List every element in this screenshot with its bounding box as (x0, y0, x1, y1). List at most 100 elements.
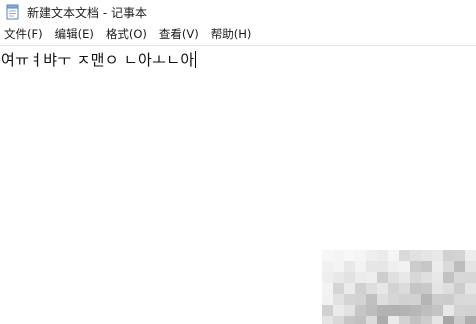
watermark-cell (322, 294, 333, 305)
watermark-cell (344, 272, 355, 283)
watermark-cell (432, 316, 443, 324)
watermark-cell (344, 305, 355, 316)
watermark-cell (355, 272, 366, 283)
watermark-cell (333, 305, 344, 316)
watermark-cell (465, 250, 476, 261)
watermark-cell (410, 283, 421, 294)
watermark-cell (465, 316, 476, 324)
watermark-cell (432, 272, 443, 283)
watermark-cell (322, 316, 333, 324)
watermark-cell (322, 250, 333, 261)
watermark-cell (454, 283, 465, 294)
watermark-cell (465, 283, 476, 294)
watermark-cell (443, 250, 454, 261)
watermark-cell (355, 250, 366, 261)
watermark-cell (454, 272, 465, 283)
watermark-cell (355, 305, 366, 316)
menu-bar: 文件(F) 编辑(E) 格式(O) 查看(V) 帮助(H) (0, 24, 476, 46)
watermark-cell (432, 250, 443, 261)
watermark-cell (421, 283, 432, 294)
watermark-cell (454, 261, 465, 272)
watermark-mosaic (322, 250, 476, 324)
watermark-cell (399, 305, 410, 316)
watermark-cell (443, 261, 454, 272)
watermark-cell (443, 294, 454, 305)
watermark-cell (421, 250, 432, 261)
watermark-cell (355, 316, 366, 324)
watermark-cell (322, 272, 333, 283)
menu-format[interactable]: 格式(O) (100, 24, 153, 45)
menu-edit[interactable]: 编辑(E) (49, 24, 100, 45)
watermark-cell (454, 305, 465, 316)
watermark-cell (377, 316, 388, 324)
watermark-cell (443, 272, 454, 283)
watermark-cell (399, 261, 410, 272)
watermark-cell (388, 305, 399, 316)
menu-view[interactable]: 查看(V) (153, 24, 205, 45)
watermark-cell (399, 316, 410, 324)
watermark-cell (333, 261, 344, 272)
watermark-cell (410, 316, 421, 324)
watermark-cell (432, 305, 443, 316)
watermark-cell (421, 272, 432, 283)
watermark-cell (355, 283, 366, 294)
watermark-cell (443, 283, 454, 294)
watermark-cell (432, 261, 443, 272)
watermark-cell (399, 272, 410, 283)
editor-text-line: 여ㅠㅕ뱌ㅜ ㅈ맨ㅇ ㄴ아ㅗㄴ아 (1, 51, 197, 69)
watermark-cell (465, 305, 476, 316)
watermark-cell (377, 294, 388, 305)
watermark-cell (388, 283, 399, 294)
menu-file[interactable]: 文件(F) (0, 24, 49, 45)
menu-help[interactable]: 帮助(H) (205, 24, 258, 45)
watermark-cell (432, 283, 443, 294)
watermark-cell (344, 261, 355, 272)
title-bar[interactable]: 新建文本文档 - 记事本 (0, 0, 476, 24)
watermark-cell (333, 316, 344, 324)
watermark-cell (344, 294, 355, 305)
watermark-cell (333, 250, 344, 261)
watermark-cell (322, 261, 333, 272)
watermark-cell (322, 305, 333, 316)
watermark-cell (454, 250, 465, 261)
notepad-window: 新建文本文档 - 记事本 文件(F) 编辑(E) 格式(O) 查看(V) 帮助(… (0, 0, 476, 324)
watermark-cell (465, 272, 476, 283)
watermark-cell (421, 305, 432, 316)
watermark-cell (366, 272, 377, 283)
watermark-cell (344, 250, 355, 261)
watermark-cell (377, 283, 388, 294)
watermark-cell (399, 250, 410, 261)
watermark-cell (355, 261, 366, 272)
watermark-cell (454, 316, 465, 324)
watermark-cell (333, 283, 344, 294)
editor-text: 여ㅠㅕ뱌ㅜ ㅈ맨ㅇ ㄴ아ㅗㄴ아 (1, 51, 195, 69)
window-title: 新建文本文档 - 记事本 (27, 5, 147, 20)
watermark-cell (410, 272, 421, 283)
notepad-icon (6, 4, 20, 20)
watermark-cell (399, 294, 410, 305)
watermark-cell (377, 305, 388, 316)
watermark-cell (399, 283, 410, 294)
watermark-cell (388, 294, 399, 305)
watermark-cell (465, 261, 476, 272)
watermark-cell (410, 250, 421, 261)
watermark-cell (421, 261, 432, 272)
text-caret (195, 51, 197, 68)
watermark-cell (388, 272, 399, 283)
watermark-cell (366, 261, 377, 272)
watermark-cell (388, 316, 399, 324)
watermark-cell (388, 250, 399, 261)
watermark-cell (322, 283, 333, 294)
watermark-cell (443, 316, 454, 324)
watermark-cell (388, 261, 399, 272)
watermark-cell (333, 272, 344, 283)
watermark-cell (410, 305, 421, 316)
watermark-cell (344, 283, 355, 294)
watermark-cell (344, 316, 355, 324)
watermark-cell (366, 283, 377, 294)
watermark-cell (443, 305, 454, 316)
watermark-cell (377, 250, 388, 261)
watermark-cell (410, 294, 421, 305)
watermark-cell (410, 261, 421, 272)
watermark-cell (377, 261, 388, 272)
